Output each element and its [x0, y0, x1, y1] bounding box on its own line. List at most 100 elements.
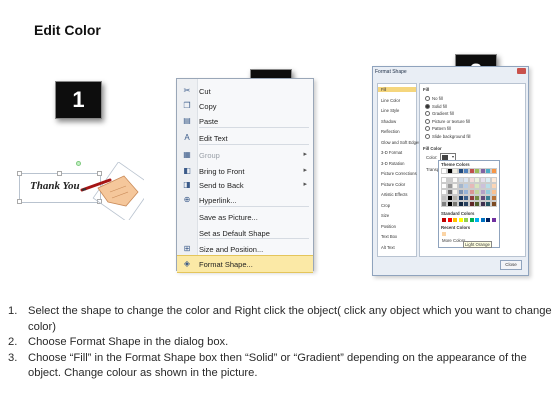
theme-color-swatch[interactable] [490, 195, 497, 201]
theme-color-swatch[interactable] [463, 189, 469, 195]
theme-color-swatch[interactable] [463, 177, 469, 183]
category-item[interactable]: 3-D Rotation [381, 161, 405, 166]
close-button[interactable]: Close [500, 260, 522, 270]
fill-option[interactable]: Slide background fill [425, 134, 470, 139]
category-item[interactable]: Position [381, 224, 396, 229]
theme-color-swatch[interactable] [485, 177, 491, 183]
theme-color-swatch[interactable] [474, 183, 480, 189]
category-item[interactable]: Size [381, 213, 389, 218]
theme-color-swatch[interactable] [490, 177, 497, 183]
standard-color-swatch[interactable] [458, 218, 463, 222]
theme-color-swatch[interactable] [485, 183, 491, 189]
menu-item[interactable]: ◨ Send to Back ▸ [177, 177, 313, 193]
menu-item[interactable]: ▦ Group ▸ [177, 147, 313, 163]
theme-color-swatch[interactable] [457, 189, 464, 195]
category-item[interactable]: Fill [378, 87, 416, 92]
theme-color-swatch[interactable] [479, 201, 486, 207]
standard-color-swatch[interactable] [442, 218, 446, 222]
category-item[interactable]: Artistic Effects [381, 192, 407, 197]
fill-option[interactable]: Picture or texture fill [425, 119, 470, 124]
theme-color-swatch[interactable] [441, 177, 447, 183]
theme-color-swatch[interactable] [441, 168, 447, 174]
theme-color-swatch[interactable] [452, 189, 458, 195]
theme-color-swatch[interactable] [441, 195, 447, 201]
theme-color-swatch[interactable] [457, 201, 464, 207]
category-item[interactable]: Crop [381, 203, 390, 208]
theme-color-swatch[interactable] [468, 195, 475, 201]
theme-color-swatch[interactable] [463, 168, 469, 174]
standard-color-swatch[interactable] [469, 218, 474, 222]
theme-color-swatch[interactable] [485, 195, 491, 201]
theme-color-swatch[interactable] [468, 183, 475, 189]
fill-option[interactable]: Solid fill [425, 104, 447, 109]
theme-color-swatch[interactable] [457, 195, 464, 201]
theme-color-swatch[interactable] [457, 183, 464, 189]
theme-color-swatch[interactable] [468, 177, 475, 183]
theme-color-swatch[interactable] [468, 201, 475, 207]
category-item[interactable]: Line Style [381, 108, 399, 113]
recent-color-swatch[interactable] [442, 232, 446, 236]
theme-color-swatch[interactable] [490, 201, 497, 207]
category-item[interactable]: Picture Color [381, 182, 405, 187]
theme-color-swatch[interactable] [452, 168, 458, 174]
theme-color-swatch[interactable] [446, 168, 453, 174]
theme-color-swatch[interactable] [474, 168, 480, 174]
standard-color-swatch[interactable] [486, 218, 490, 222]
standard-color-swatch[interactable] [480, 218, 485, 222]
selection-handle[interactable] [17, 171, 22, 176]
theme-color-swatch[interactable] [474, 189, 480, 195]
selection-handle[interactable] [57, 171, 62, 176]
theme-color-swatch[interactable] [479, 177, 486, 183]
theme-color-swatch[interactable] [457, 177, 464, 183]
standard-color-swatch[interactable] [447, 218, 452, 222]
theme-color-swatch[interactable] [452, 195, 458, 201]
theme-color-swatch[interactable] [490, 168, 497, 174]
theme-color-swatch[interactable] [474, 177, 480, 183]
category-item[interactable]: Line Color [381, 98, 400, 103]
theme-color-swatch[interactable] [452, 177, 458, 183]
fill-option[interactable]: Gradient fill [425, 111, 454, 117]
theme-color-swatch[interactable] [441, 201, 447, 207]
theme-color-swatch[interactable] [479, 168, 486, 174]
theme-color-swatch[interactable] [479, 189, 486, 195]
theme-color-swatch[interactable] [446, 201, 453, 207]
theme-color-swatch[interactable] [446, 195, 453, 201]
theme-color-swatch[interactable] [463, 201, 469, 207]
theme-color-swatch[interactable] [468, 189, 475, 195]
category-item[interactable]: Alt Text [381, 245, 395, 250]
menu-item[interactable]: ✂ Cut [177, 83, 313, 99]
category-item[interactable]: 3-D Format [381, 150, 402, 155]
theme-color-swatch[interactable] [485, 201, 491, 207]
theme-color-swatch[interactable] [468, 168, 475, 174]
category-item[interactable]: Glow and Soft Edges [381, 140, 420, 145]
menu-item[interactable]: Save as Picture... [177, 209, 313, 225]
theme-color-swatch[interactable] [479, 183, 486, 189]
standard-color-swatch[interactable] [475, 218, 479, 222]
theme-color-swatch[interactable] [452, 201, 458, 207]
theme-color-swatch[interactable] [446, 177, 453, 183]
theme-color-swatch[interactable] [441, 183, 447, 189]
category-item[interactable]: Picture Corrections [381, 171, 417, 176]
theme-color-swatch[interactable] [474, 195, 480, 201]
theme-color-swatch[interactable] [463, 195, 469, 201]
theme-color-swatch[interactable] [446, 189, 453, 195]
menu-item[interactable]: ❐ Copy [177, 98, 313, 114]
theme-color-swatch[interactable] [490, 183, 497, 189]
category-item[interactable]: Reflection [381, 129, 400, 134]
theme-color-swatch[interactable] [446, 183, 453, 189]
theme-color-swatch[interactable] [441, 189, 447, 195]
theme-color-swatch[interactable] [457, 168, 464, 174]
theme-color-swatch[interactable] [485, 168, 491, 174]
category-item[interactable]: Text Box [381, 234, 397, 239]
close-icon[interactable] [517, 68, 526, 74]
theme-color-swatch[interactable] [463, 183, 469, 189]
fill-option[interactable]: No fill [425, 96, 443, 102]
fill-option[interactable]: Pattern fill [425, 126, 451, 132]
theme-color-swatch[interactable] [485, 189, 491, 195]
standard-color-swatch[interactable] [491, 218, 496, 222]
standard-color-swatch[interactable] [464, 218, 468, 222]
standard-color-swatch[interactable] [453, 218, 457, 222]
theme-color-swatch[interactable] [490, 189, 497, 195]
category-item[interactable]: Shadow [381, 119, 396, 124]
theme-color-swatch[interactable] [474, 201, 480, 207]
